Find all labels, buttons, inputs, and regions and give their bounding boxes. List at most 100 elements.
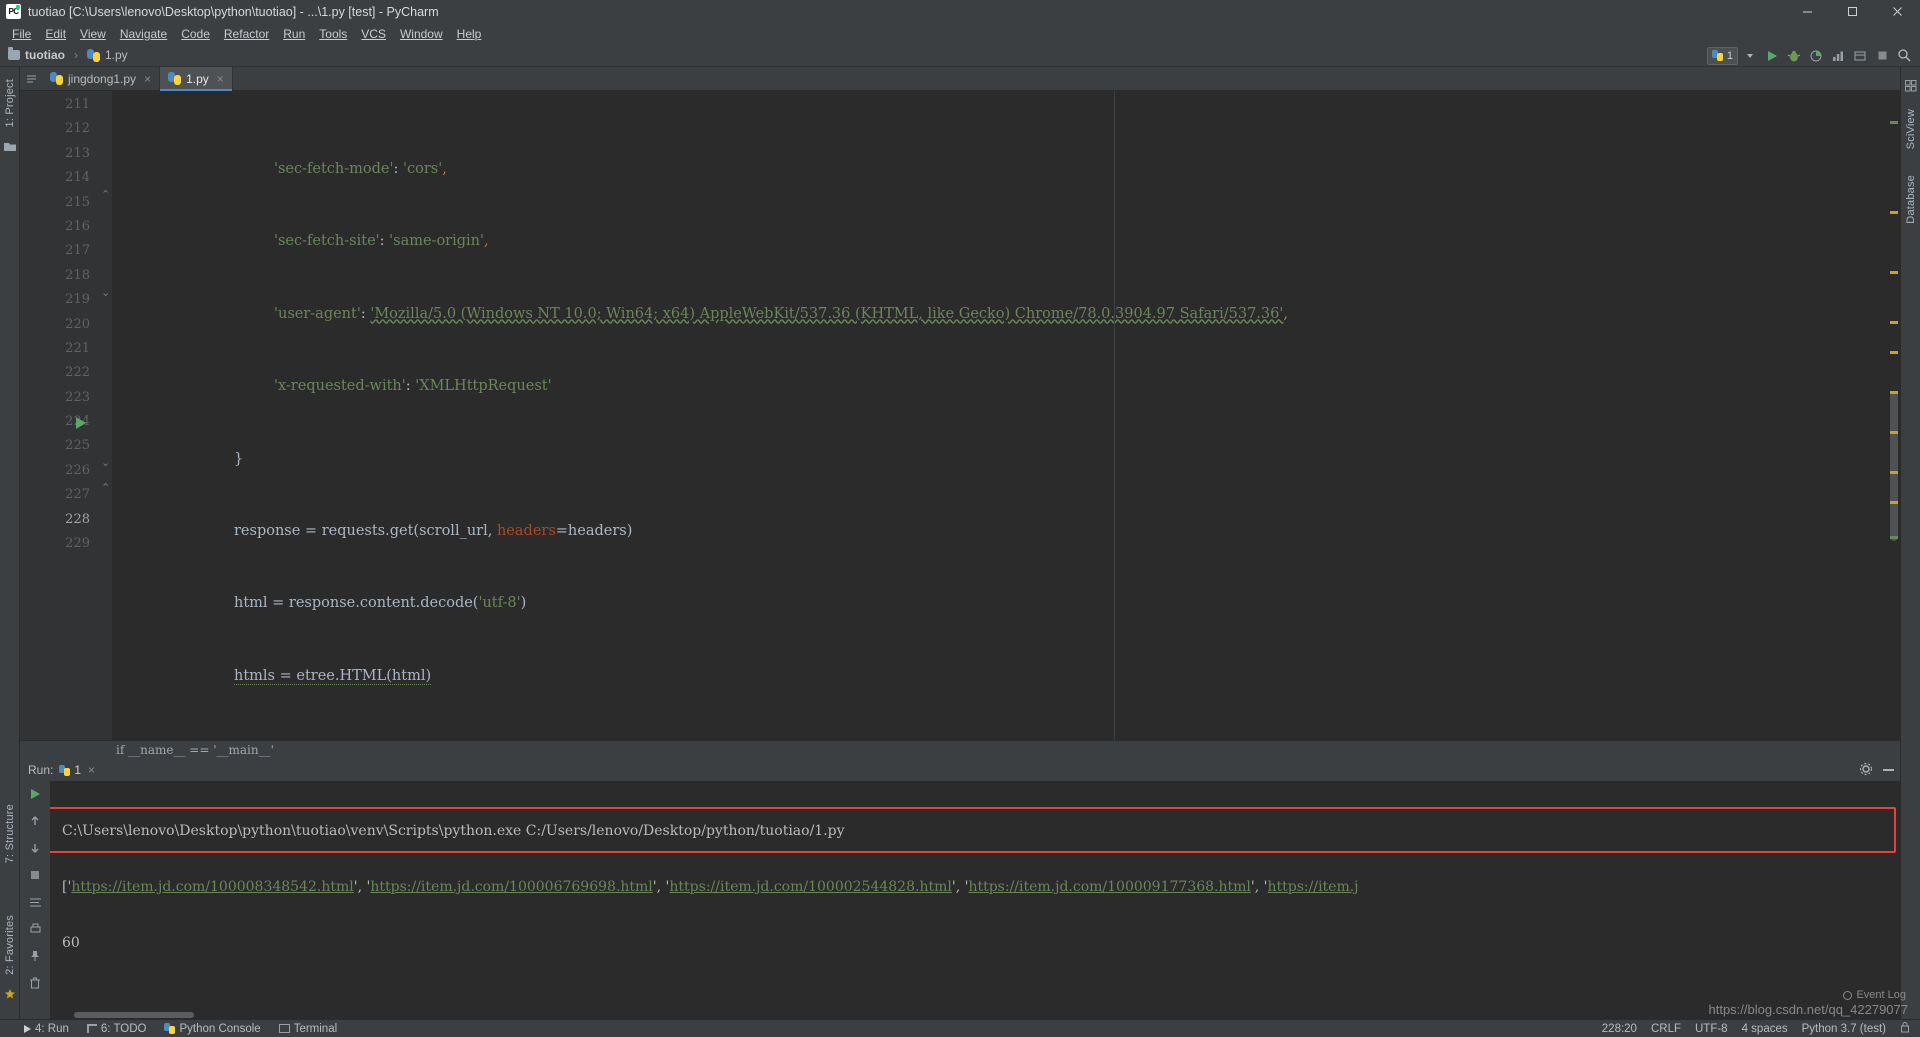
run-config-tab[interactable]: 1 ×	[59, 763, 95, 777]
tab-label: 1.py	[186, 71, 209, 86]
menu-file[interactable]: File	[5, 25, 38, 43]
code-line-217: html = response.content.decode('utf-8')	[234, 595, 527, 612]
print-icon[interactable]	[25, 920, 45, 938]
status-tab-python-console[interactable]: Python Console	[164, 1023, 261, 1035]
menu-view[interactable]: View	[73, 25, 113, 43]
menu-window[interactable]: Window	[393, 25, 450, 43]
run-panel-body: C:\Users\lenovo\Desktop\python\tuotiao\v…	[20, 781, 1900, 1019]
hide-panel-icon[interactable]	[1883, 769, 1894, 771]
favorites-star-icon[interactable]	[4, 987, 16, 1005]
run-configuration-selector[interactable]: 1	[1706, 46, 1738, 65]
status-tab-run[interactable]: 4: Run	[24, 1023, 69, 1035]
run-gutter-icon[interactable]	[76, 417, 86, 429]
menu-refactor[interactable]: Refactor	[217, 25, 276, 43]
console-url-list-line: ['https://item.jd.com/100008348542.html'…	[62, 879, 1359, 895]
close-button[interactable]	[1875, 0, 1920, 23]
terminal-icon	[278, 1024, 290, 1033]
code-line-213: 'user-agent': 'Mozilla/5.0 (Windows NT 1…	[274, 305, 1288, 322]
code-content[interactable]: 'sec-fetch-mode': 'cors', 'sec-fetch-sit…	[112, 91, 1888, 740]
run-tab-close-icon[interactable]: ×	[88, 763, 95, 777]
menu-edit[interactable]: Edit	[38, 25, 73, 43]
tab-jingdong1-py[interactable]: jingdong1.py ×	[42, 67, 161, 90]
sidebar-item-structure[interactable]: 7: Structure	[4, 798, 16, 869]
run-button[interactable]	[1762, 46, 1782, 66]
workspace: 1: Project 7: Structure 2: Favorites jin…	[0, 67, 1920, 1019]
fold-icon[interactable]: ⌄	[101, 288, 110, 299]
editor-scrollbar[interactable]	[1888, 91, 1900, 740]
lock-icon[interactable]	[1900, 1021, 1910, 1036]
project-folder-icon[interactable]	[3, 139, 16, 157]
pin-icon[interactable]	[25, 947, 45, 965]
breadcrumb-project[interactable]: tuotiao	[25, 48, 65, 62]
line-number: 225	[65, 438, 90, 454]
code-folding-gutter[interactable]: ⌃ ⌄ ⌄ ⌃	[98, 91, 112, 740]
python-console-icon	[164, 1023, 176, 1034]
line-number: 213	[65, 145, 90, 161]
console-output[interactable]: C:\Users\lenovo\Desktop\python\tuotiao\v…	[50, 781, 1900, 1019]
tab-1-py[interactable]: 1.py ×	[160, 67, 233, 91]
line-separator[interactable]: CRLF	[1651, 1023, 1681, 1035]
attach-debugger-icon[interactable]	[1850, 46, 1870, 66]
breadcrumb-separator: ›	[74, 48, 78, 62]
stop-icon[interactable]	[1872, 46, 1892, 66]
console-url-link[interactable]: https://item.jd.com/100009177368.html	[968, 879, 1250, 895]
status-bar-right: 228:20 CRLF UTF-8 4 spaces Python 3.7 (t…	[1602, 1021, 1910, 1036]
pycharm-logo-icon: PC	[6, 4, 21, 19]
scroll-down-icon[interactable]	[25, 839, 45, 857]
file-encoding[interactable]: UTF-8	[1695, 1023, 1728, 1035]
status-tab-terminal[interactable]: Terminal	[278, 1023, 337, 1035]
line-number-gutter: 211 212 213 214 215 216 217 218 219 220 …	[20, 91, 98, 740]
scroll-up-icon[interactable]	[25, 812, 45, 830]
clear-console-icon[interactable]	[25, 974, 45, 992]
right-margin-guide	[1114, 91, 1115, 740]
caret-position[interactable]: 228:20	[1602, 1023, 1637, 1035]
fold-icon[interactable]: ⌃	[101, 190, 110, 201]
soft-wrap-icon[interactable]	[25, 893, 45, 911]
code-editor[interactable]: 211 212 213 214 215 216 217 218 219 220 …	[20, 91, 1900, 740]
search-icon[interactable]	[1894, 46, 1914, 66]
event-log-button[interactable]: Event Log	[1843, 989, 1906, 1001]
menu-vcs[interactable]: VCS	[354, 25, 393, 43]
watermark-text: https://blog.csdn.net/qq_42279077	[1708, 1002, 1909, 1017]
run-config-dropdown-icon[interactable]	[1740, 46, 1760, 66]
debug-icon[interactable]	[1784, 46, 1804, 66]
sidebar-item-database[interactable]: Database	[1905, 169, 1917, 230]
minimize-button[interactable]	[1785, 0, 1830, 23]
python-config-icon	[59, 764, 71, 776]
console-url-link[interactable]: https://item.jd.com/100002544828.html	[669, 879, 951, 895]
fold-icon[interactable]: ⌃	[101, 483, 110, 494]
context-hint-text: if __name__ == '__main__'	[116, 743, 274, 757]
menu-run[interactable]: Run	[276, 25, 312, 43]
fold-icon[interactable]: ⌄	[101, 458, 110, 469]
run-config-icon	[1711, 50, 1723, 61]
menu-navigate[interactable]: Navigate	[113, 25, 174, 43]
sidebar-item-favorites[interactable]: 2: Favorites	[4, 909, 16, 981]
rerun-icon[interactable]	[25, 785, 45, 803]
run-coverage-icon[interactable]	[1806, 46, 1826, 66]
window-controls	[1785, 0, 1920, 23]
console-url-link[interactable]: https://item.jd.com/100008348542.html	[71, 879, 353, 895]
settings-gear-icon[interactable]	[1859, 762, 1873, 779]
tab-list-icon[interactable]	[20, 67, 42, 90]
sidebar-item-sciview[interactable]: SciView	[1905, 103, 1917, 155]
line-number: 216	[65, 218, 90, 234]
console-url-link-truncated[interactable]: https://item.j	[1268, 879, 1359, 895]
sciview-grid-icon[interactable]	[1904, 79, 1917, 97]
menu-help[interactable]: Help	[450, 25, 489, 43]
breadcrumb-file[interactable]: 1.py	[105, 48, 128, 62]
sidebar-item-project[interactable]: 1: Project	[4, 73, 16, 133]
breadcrumb: tuotiao › 1.py	[8, 47, 128, 62]
maximize-button[interactable]	[1830, 0, 1875, 23]
status-tab-todo[interactable]: 6: TODO	[86, 1023, 146, 1035]
indent-setting[interactable]: 4 spaces	[1742, 1023, 1788, 1035]
tab-close-icon[interactable]: ×	[144, 72, 151, 86]
profile-icon[interactable]	[1828, 46, 1848, 66]
console-horizontal-scrollbar[interactable]	[50, 1011, 1900, 1019]
menu-tools[interactable]: Tools	[312, 25, 354, 43]
console-url-link[interactable]: https://item.jd.com/100006769698.html	[370, 879, 652, 895]
window-title: tuotiao [C:\Users\lenovo\Desktop\python\…	[28, 4, 439, 19]
python-interpreter[interactable]: Python 3.7 (test)	[1802, 1023, 1886, 1035]
stop-process-icon[interactable]	[25, 866, 45, 884]
tab-close-icon[interactable]: ×	[217, 72, 224, 86]
menu-code[interactable]: Code	[174, 25, 217, 43]
